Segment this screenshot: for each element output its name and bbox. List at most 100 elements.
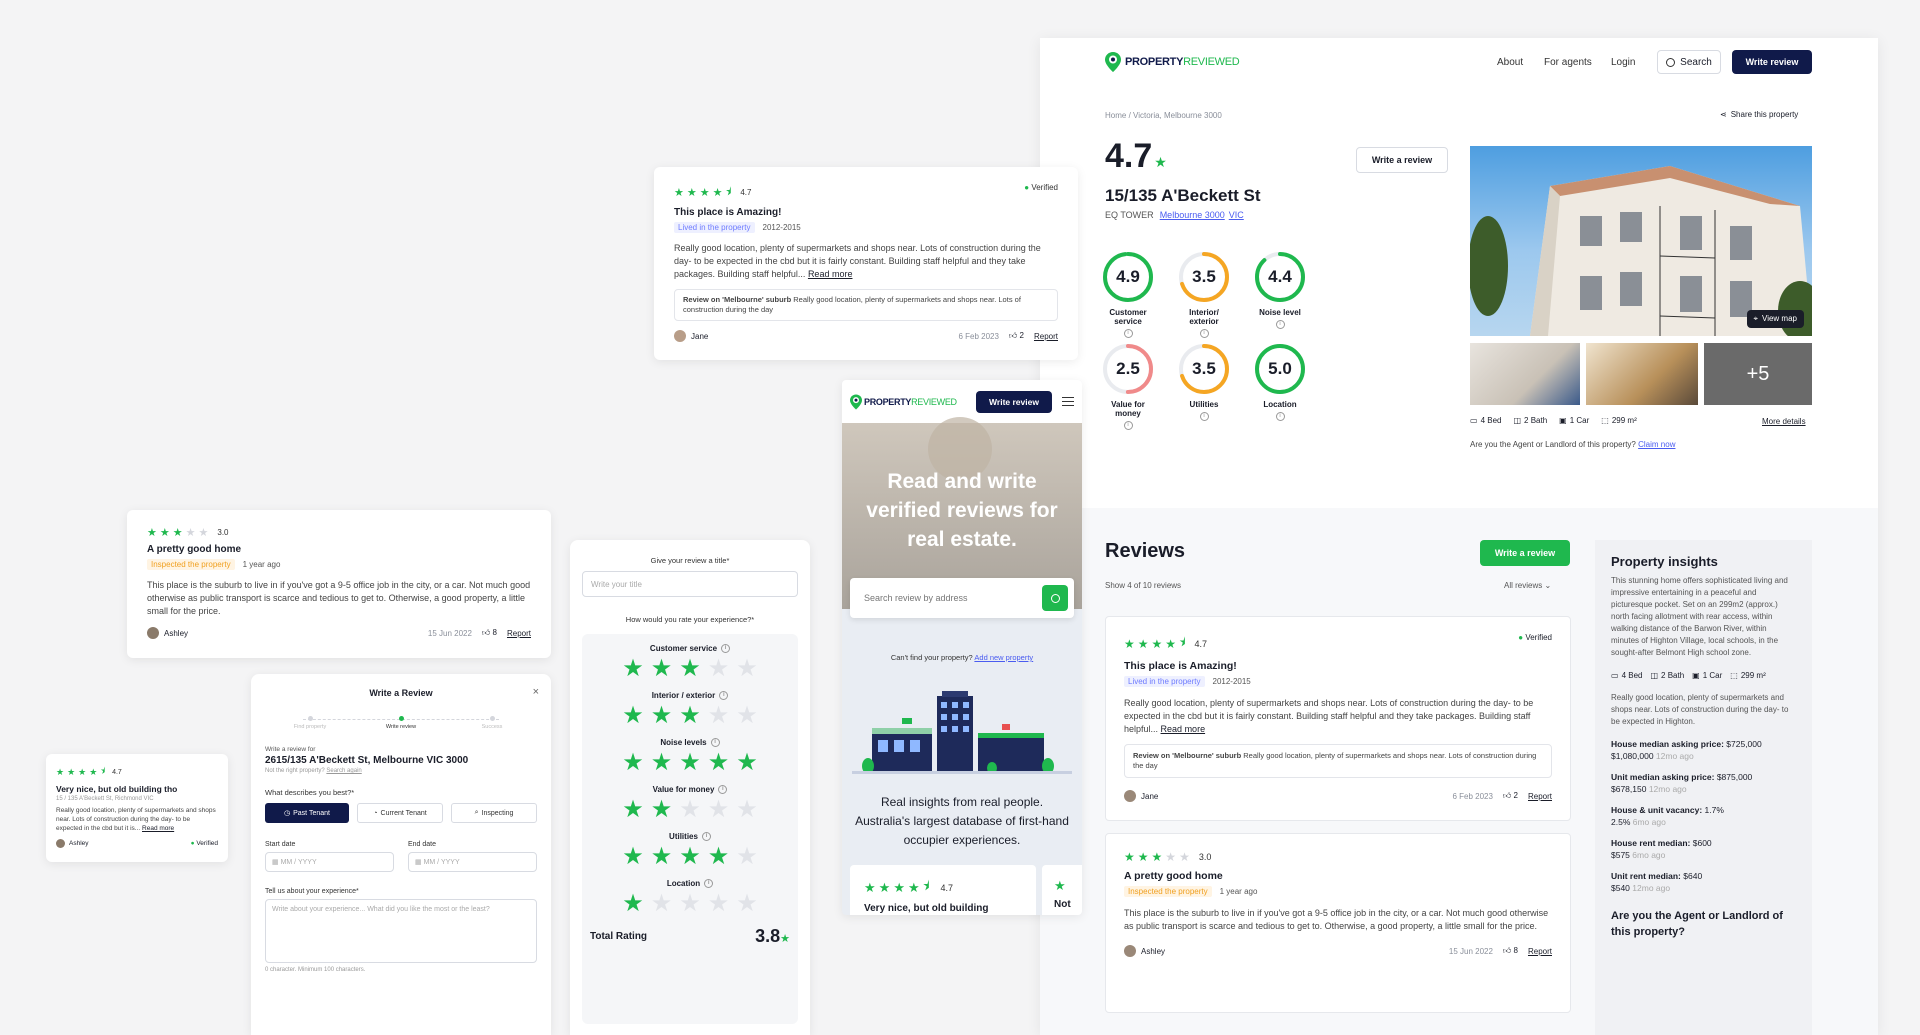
logo[interactable]: PROPERTY REVIEWED (1105, 52, 1240, 72)
overall-rating: 4.7 ★ (1105, 137, 1167, 176)
info-icon[interactable]: i (1275, 320, 1285, 329)
more-details-link[interactable]: More details (1762, 417, 1806, 426)
info-icon[interactable]: i (721, 644, 731, 653)
view-map-button[interactable]: ⌖ View map (1746, 310, 1804, 328)
star-icon[interactable]: ★ (708, 892, 730, 916)
info-icon[interactable]: i (1199, 329, 1209, 338)
star-icon[interactable]: ★ (736, 892, 758, 916)
start-date-input[interactable]: ▦ MM / YYYY (265, 852, 394, 872)
feature-item: ◫ 2 Bath (1650, 671, 1684, 680)
nav-agents[interactable]: For agents (1544, 57, 1592, 68)
read-more-link[interactable]: Read more (142, 825, 174, 832)
add-new-link[interactable]: Add new property (974, 653, 1033, 662)
star-icon[interactable]: ★ (622, 704, 644, 728)
star-icon[interactable]: ★ (736, 798, 758, 822)
score-grid: 4.9 Customer service i 3.5 Interior/ exterio… (1103, 250, 1385, 450)
share-property-link[interactable]: ⋖ Share this property (1720, 110, 1798, 119)
info-icon[interactable]: i (1199, 412, 1209, 421)
feature-label: 299 m² (1611, 416, 1637, 425)
main-photo[interactable]: ⌖ View map (1470, 146, 1812, 336)
search-submit-button[interactable] (1042, 585, 1068, 611)
star-icon[interactable]: ★ (736, 657, 758, 681)
reviews-filter[interactable]: All reviews ⌄ (1504, 581, 1551, 590)
hamburger-icon[interactable] (1062, 397, 1074, 406)
more-photos-label: +5 (1746, 362, 1770, 385)
search-again-link[interactable]: Search again (326, 768, 361, 774)
mobile-write-review-button[interactable]: Write review (976, 390, 1052, 413)
nav-login[interactable]: Login (1611, 57, 1635, 68)
info-icon[interactable]: i (718, 785, 728, 794)
star-icon[interactable]: ★ (651, 892, 673, 916)
star-icon[interactable]: ★ (679, 892, 701, 916)
star-icon[interactable]: ★ (679, 704, 701, 728)
star-icon[interactable]: ★ (736, 751, 758, 775)
total-star-icon: ★ (780, 933, 790, 945)
review-date: 6 Feb 2023 (1452, 791, 1493, 801)
star-icon[interactable]: ★ (679, 751, 701, 775)
claim-now-link[interactable]: Claim now (1638, 440, 1675, 449)
like-button[interactable]: 👍︎ 2 (1009, 331, 1024, 341)
suburb-link[interactable]: Melbourne 3000 (1160, 210, 1225, 220)
score-ring: 5.0 (1253, 342, 1307, 396)
star-icon[interactable]: ★ (651, 798, 673, 822)
info-icon[interactable]: i (701, 832, 711, 841)
star-icon[interactable]: ★ (708, 657, 730, 681)
reviews-heading: Reviews (1105, 540, 1186, 562)
write-review-green-button[interactable]: Write a review (1480, 540, 1570, 566)
report-link[interactable]: Report (507, 629, 531, 638)
info-icon[interactable]: i (1123, 421, 1133, 430)
star-icon[interactable]: ★ (736, 704, 758, 728)
report-link[interactable]: Report (1034, 332, 1058, 341)
role-option[interactable]: ◔ Current Tenant (357, 803, 443, 823)
star-icon[interactable]: ★ (679, 798, 701, 822)
experience-textarea[interactable]: Write about your experience... What did … (265, 899, 537, 963)
star-icon[interactable]: ★ (622, 845, 644, 869)
state-link[interactable]: VIC (1229, 210, 1244, 220)
claim-question: Are you the Agent or Landlord of this pr… (1470, 440, 1636, 449)
end-date-input[interactable]: ▦ MM / YYYY (408, 852, 537, 872)
thumbnail-bedroom[interactable] (1470, 343, 1580, 405)
close-icon[interactable]: × (533, 686, 539, 698)
insight-stat: House & unit vacancy: 1.7% 2.5% 6mo ago (1611, 804, 1796, 828)
role-option[interactable]: ◷ Past Tenant (265, 803, 349, 823)
star-icon[interactable]: ★ (622, 892, 644, 916)
like-button[interactable]: 👍︎ 8 (1503, 946, 1518, 956)
like-button[interactable]: 👍︎ 8 (482, 628, 497, 638)
rate-label: Utilities (669, 832, 698, 841)
star-icon[interactable]: ★ (736, 845, 758, 869)
report-link[interactable]: Report (1528, 792, 1552, 801)
star-icon[interactable]: ★ (622, 798, 644, 822)
breadcrumb[interactable]: Home / Victoria, Melbourne 3000 (1105, 111, 1222, 120)
info-icon[interactable]: i (704, 879, 714, 888)
star-icon[interactable]: ★ (651, 704, 673, 728)
info-icon[interactable]: i (710, 738, 720, 747)
star-icon[interactable]: ★ (651, 845, 673, 869)
star-icon[interactable]: ★ (651, 751, 673, 775)
nav-search-button[interactable]: Search (1657, 50, 1721, 74)
write-review-outline-button[interactable]: Write a review (1356, 147, 1448, 173)
info-icon[interactable]: i (1275, 412, 1285, 421)
info-icon[interactable]: i (1123, 329, 1133, 338)
thumbnail-more[interactable]: +5 (1704, 343, 1812, 405)
nav-write-review-button[interactable]: Write review (1732, 50, 1812, 74)
title-input[interactable]: Write your title (582, 571, 798, 597)
like-button[interactable]: 👍︎ 2 (1503, 791, 1518, 801)
read-more-link[interactable]: Read more (808, 269, 853, 279)
report-link[interactable]: Report (1528, 947, 1552, 956)
thumbnail-living[interactable] (1586, 343, 1698, 405)
nav-about[interactable]: About (1497, 57, 1523, 68)
star-icon[interactable]: ★ (708, 845, 730, 869)
star-icon[interactable]: ★ (622, 657, 644, 681)
star-icon[interactable]: ★ (622, 751, 644, 775)
feature-item: ▭ 4 Bed (1470, 416, 1501, 425)
star-icon[interactable]: ★ (651, 657, 673, 681)
star-icon[interactable]: ★ (679, 845, 701, 869)
info-icon[interactable]: i (719, 691, 729, 700)
star-icon[interactable]: ★ (708, 704, 730, 728)
read-more-link[interactable]: Read more (1161, 724, 1206, 734)
star-icon[interactable]: ★ (679, 657, 701, 681)
mobile-search[interactable]: Search review by address (850, 578, 1074, 618)
role-option[interactable]: ⌕ Inspecting (451, 803, 537, 823)
star-icon[interactable]: ★ (708, 798, 730, 822)
star-icon[interactable]: ★ (708, 751, 730, 775)
